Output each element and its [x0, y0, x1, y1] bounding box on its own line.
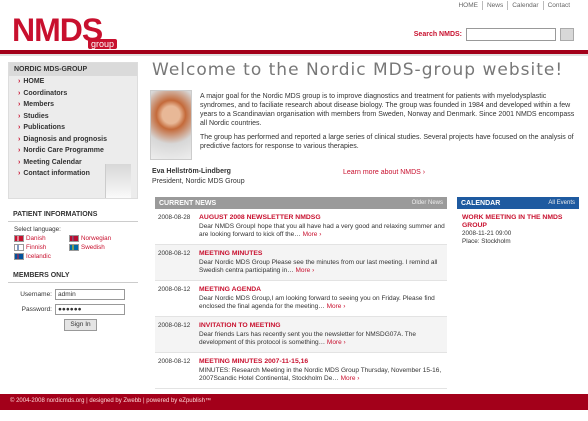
norwegian-flag-icon	[69, 235, 79, 242]
login-form: Username: admin Password: ●●●●●● Sign In	[8, 283, 138, 337]
password-label: Password:	[21, 306, 52, 313]
president-name: Eva Hellström-Lindberg	[152, 168, 231, 175]
footer: © 2004-2008 nordicmds.org | designed by …	[0, 394, 588, 410]
members-only-title: MEMBERS ONLY	[8, 269, 138, 283]
menu-item-members[interactable]: Members	[9, 99, 137, 111]
search-area: Search NMDS:	[414, 28, 574, 41]
all-events-link[interactable]: All Events	[548, 200, 575, 206]
topnav-news[interactable]: News	[481, 1, 507, 10]
lang-swedish[interactable]: Swedish	[69, 244, 124, 251]
username-label: Username:	[20, 291, 52, 298]
news-title-link[interactable]: MEETING MINUTES	[199, 250, 447, 259]
news-more-link[interactable]: More ›	[295, 267, 314, 274]
news-item: 2008-08-28 AUGUST 2008 NEWSLETTER NMDSG …	[155, 209, 447, 245]
lang-finnish[interactable]: Finnish	[14, 244, 69, 251]
swedish-flag-icon	[69, 244, 79, 251]
topnav-calendar[interactable]: Calendar	[507, 1, 542, 10]
news-text: Dear Nordic MDS Group,I am looking forwa…	[199, 294, 435, 311]
username-field[interactable]: admin	[55, 289, 125, 300]
news-item: 2008-08-12 MEETING MINUTES 2007-11-15,16…	[155, 353, 447, 389]
calendar-event-title[interactable]: WORK MEETING IN THE NMDS GROUP	[462, 214, 574, 230]
icelandic-flag-icon	[14, 253, 24, 260]
news-more-link[interactable]: More ›	[303, 231, 322, 238]
intro-paragraph-1: A major goal for the Nordic MDS group is…	[200, 93, 575, 127]
menu-title: NORDIC MDS-GROUP	[9, 63, 137, 76]
news-more-link[interactable]: More ›	[341, 375, 360, 382]
finnish-flag-icon	[14, 244, 24, 251]
language-list: Danish Norwegian Finnish Swedish Iceland…	[8, 235, 138, 260]
search-input[interactable]	[466, 28, 556, 41]
topnav-home[interactable]: HOME	[454, 1, 482, 10]
news-title: CURRENT NEWS	[159, 199, 217, 207]
learn-more-link[interactable]: Learn more about NMDS ›	[343, 169, 425, 176]
news-more-link[interactable]: More ›	[327, 339, 346, 346]
main-menu: NORDIC MDS-GROUP HOME Coordinators Membe…	[8, 62, 138, 199]
current-news: CURRENT NEWS Older News 2008-08-28 AUGUS…	[155, 197, 447, 389]
intro-paragraph-2: The group has performed and reported a l…	[200, 134, 574, 150]
news-date: 2008-08-12	[158, 250, 191, 257]
sidebar: NORDIC MDS-GROUP HOME Coordinators Membe…	[8, 62, 138, 392]
menu-item-diagnosis[interactable]: Diagnosis and prognosis	[9, 134, 137, 146]
topnav-contact[interactable]: Contact	[542, 1, 574, 10]
news-title-link[interactable]: AUGUST 2008 NEWSLETTER NMDSG	[199, 214, 447, 223]
news-text: MINUTES: Research Meeting in the Nordic …	[199, 366, 442, 383]
flag-decoration	[105, 164, 131, 198]
menu-item-home[interactable]: HOME	[9, 76, 137, 88]
intro-text: A major goal for the Nordic MDS group is…	[200, 92, 580, 156]
news-date: 2008-08-28	[158, 214, 191, 221]
news-title-link[interactable]: MEETING AGENDA	[199, 286, 447, 295]
sign-in-button[interactable]: Sign In	[64, 319, 97, 331]
patient-info-title: PATIENT INFORMATIONS	[8, 208, 138, 222]
menu-item-publications[interactable]: Publications	[9, 122, 137, 134]
news-text: Dear friends Lars has recently sent you …	[199, 330, 417, 347]
news-item: 2008-08-12 INVITATION TO MEETING Dear fr…	[155, 317, 447, 353]
nmds-logo[interactable]: NMDS group	[12, 14, 130, 54]
calendar-item: WORK MEETING IN THE NMDS GROUP 2008-11-2…	[457, 209, 579, 251]
calendar-event-place: Place: Stockholm	[462, 238, 511, 245]
footer-text: © 2004-2008 nordicmds.org | designed by …	[10, 398, 211, 404]
news-text: Dear Nordic MDS Group Please see the min…	[199, 258, 438, 275]
calendar-box: CALENDAR All Events WORK MEETING IN THE …	[457, 197, 579, 251]
news-item: 2008-08-12 MEETING AGENDA Dear Nordic MD…	[155, 281, 447, 317]
news-title-link[interactable]: MEETING MINUTES 2007-11-15,16	[199, 358, 447, 367]
menu-item-coordinators[interactable]: Coordinators	[9, 88, 137, 100]
welcome-heading: Welcome to the Nordic MDS-group website!	[152, 60, 564, 80]
top-navigation: HOME News Calendar Contact	[454, 1, 574, 10]
news-text: Dear NMDS GroupI hope that you all have …	[199, 222, 445, 239]
president-photo	[150, 90, 192, 160]
president-title: President, Nordic MDS Group	[152, 178, 245, 185]
calendar-event-date: 2008-11-21 09:00	[462, 230, 512, 237]
lang-icelandic[interactable]: Icelandic	[14, 253, 69, 260]
lang-danish[interactable]: Danish	[14, 235, 69, 242]
search-button[interactable]	[560, 28, 574, 41]
news-date: 2008-08-12	[158, 286, 191, 293]
news-item: 2008-08-12 MEETING MINUTES Dear Nordic M…	[155, 245, 447, 281]
news-more-link[interactable]: More ›	[327, 303, 346, 310]
menu-item-studies[interactable]: Studies	[9, 111, 137, 123]
older-news-link[interactable]: Older News	[412, 200, 443, 206]
search-label: Search NMDS:	[413, 31, 462, 38]
news-date: 2008-08-12	[158, 358, 191, 365]
danish-flag-icon	[14, 235, 24, 242]
news-title-link[interactable]: INVITATION TO MEETING	[199, 322, 447, 331]
menu-item-care-programme[interactable]: Nordic Care Programme	[9, 145, 137, 157]
news-date: 2008-08-12	[158, 322, 191, 329]
calendar-title: CALENDAR	[461, 199, 501, 207]
password-field[interactable]: ●●●●●●	[55, 304, 125, 315]
language-label: Select language:	[14, 226, 61, 233]
lang-norwegian[interactable]: Norwegian	[69, 235, 124, 242]
